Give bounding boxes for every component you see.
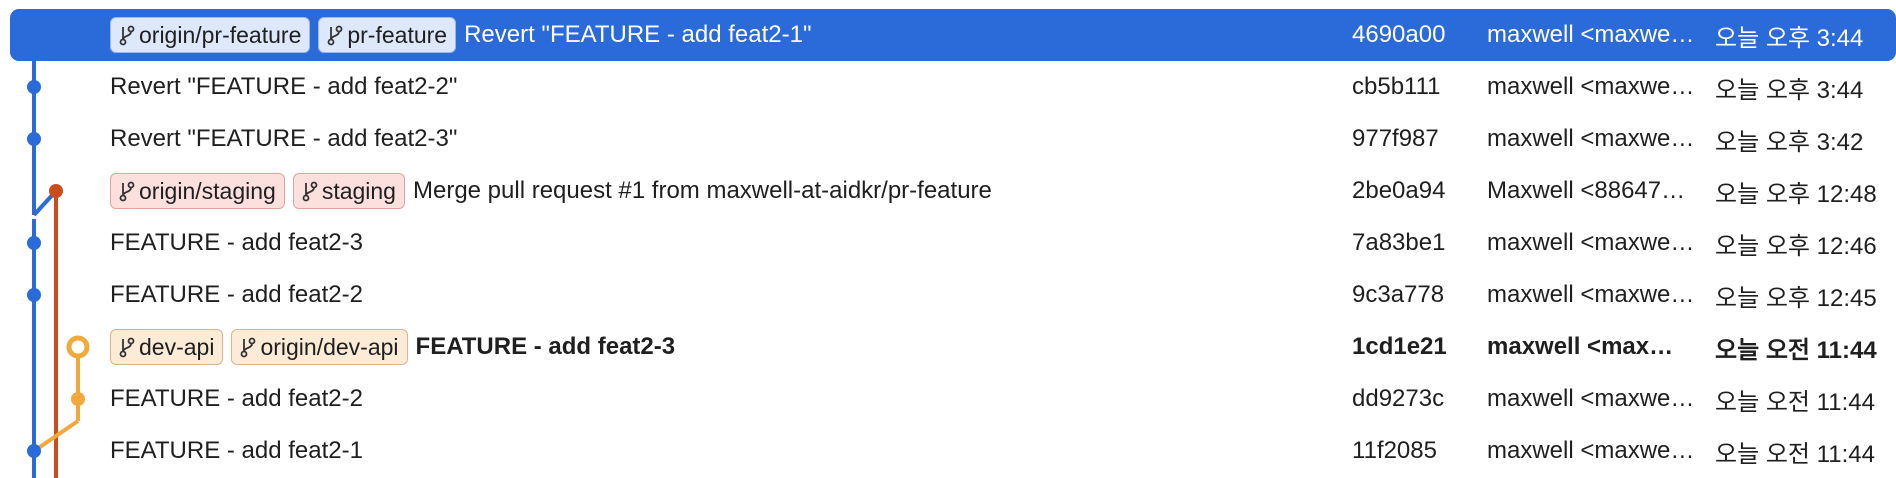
- commit-row[interactable]: Revert "FEATURE - add feat2-3" 977f987 max…: [0, 113, 1896, 165]
- commit-row[interactable]: FEATURE - add feat2-1 11f2085 maxwell <max…: [0, 425, 1896, 477]
- commit-row[interactable]: origin/staging staging Merge pull request …: [0, 165, 1896, 217]
- commit-row[interactable]: dev-api origin/dev-api FEATURE - add feat2…: [0, 321, 1896, 373]
- commit-hash: 4690a00: [1352, 21, 1446, 48]
- branch-tag[interactable]: pr-feature: [318, 17, 457, 53]
- commit-row[interactable]: origin/pr-feature pr-feature Revert "FEATU…: [10, 9, 1896, 61]
- commit-message-cell: origin/pr-feature pr-feature Revert "FEATU…: [110, 9, 1325, 61]
- commit-date: 오늘 오전 11:44: [1715, 440, 1875, 468]
- branch-icon: [240, 336, 256, 358]
- commit-row[interactable]: FEATURE - add feat2-3 7a83be1 maxwell <max…: [0, 217, 1896, 269]
- commit-author: maxwell <maxwe…: [1487, 73, 1695, 100]
- commit-message-cell: dev-api origin/dev-api FEATURE - add feat2…: [110, 321, 1325, 373]
- branch-tag[interactable]: origin/staging: [110, 173, 285, 209]
- commit-hash: 2be0a94: [1352, 177, 1446, 204]
- commit-date: 오늘 오후 3:44: [1715, 76, 1864, 104]
- branch-tag-label: origin/pr-feature: [139, 21, 302, 48]
- commit-date: 오늘 오전 11:44: [1715, 336, 1877, 364]
- commit-author: maxwell <maxwe…: [1487, 229, 1695, 256]
- branch-icon: [327, 24, 343, 46]
- commit-message: Revert "FEATURE - add feat2-1": [464, 21, 812, 48]
- branch-icon: [119, 180, 135, 202]
- branch-tag[interactable]: origin/dev-api: [231, 329, 408, 365]
- commit-message: FEATURE - add feat2-1: [110, 437, 363, 464]
- commit-message: FEATURE - add feat2-3: [110, 229, 363, 256]
- branch-icon: [119, 24, 135, 46]
- commit-message-cell: FEATURE - add feat2-3: [110, 217, 1325, 269]
- commit-history-graph: origin/pr-feature pr-feature Revert "FEATU…: [0, 0, 1896, 478]
- commit-message-cell: Revert "FEATURE - add feat2-3": [110, 113, 1325, 165]
- commit-date: 오늘 오후 3:44: [1715, 24, 1864, 52]
- commit-message: Revert "FEATURE - add feat2-3": [110, 125, 458, 152]
- commit-date: 오늘 오후 3:42: [1715, 128, 1864, 156]
- commit-message: FEATURE - add feat2-2: [110, 385, 363, 412]
- branch-tag-label: origin/dev-api: [260, 333, 399, 360]
- commit-message-cell: FEATURE - add feat2-2: [110, 269, 1325, 321]
- commit-date: 오늘 오후 12:46: [1715, 232, 1877, 260]
- commit-message-cell: FEATURE - add feat2-1: [110, 425, 1325, 477]
- commit-hash: cb5b111: [1352, 73, 1441, 100]
- commit-author: maxwell <maxwe…: [1487, 21, 1695, 48]
- commit-author: maxwell <maxwe…: [1487, 281, 1695, 308]
- commit-hash: 11f2085: [1352, 437, 1437, 464]
- commit-row[interactable]: FEATURE - add feat2-2 9c3a778 maxwell <max…: [0, 269, 1896, 321]
- commit-hash: 977f987: [1352, 125, 1439, 152]
- branch-tag[interactable]: dev-api: [110, 329, 224, 365]
- commit-message-cell: origin/staging staging Merge pull request …: [110, 165, 1325, 217]
- commit-row[interactable]: Revert "FEATURE - add feat2-2" cb5b111 max…: [0, 61, 1896, 113]
- commit-message-cell: Revert "FEATURE - add feat2-2": [110, 61, 1325, 113]
- branch-tag-label: origin/staging: [139, 177, 276, 204]
- commit-message: FEATURE - add feat2-2: [110, 281, 363, 308]
- branch-tag-label: dev-api: [139, 333, 215, 360]
- commit-author: maxwell <maxwe…: [1487, 125, 1695, 152]
- commit-author: Maxwell <88647…: [1487, 177, 1686, 204]
- commit-date: 오늘 오전 11:44: [1715, 388, 1875, 416]
- commit-hash: 1cd1e21: [1352, 333, 1447, 360]
- commit-message-cell: FEATURE - add feat2-2: [110, 373, 1325, 425]
- commit-hash: 7a83be1: [1352, 229, 1446, 256]
- branch-icon: [302, 180, 318, 202]
- commit-hash: 9c3a778: [1352, 281, 1445, 308]
- commit-message: Revert "FEATURE - add feat2-2": [110, 73, 458, 100]
- commit-message: FEATURE - add feat2-3: [415, 333, 676, 360]
- commit-row[interactable]: FEATURE - add feat2-2 dd9273c maxwell <max…: [0, 373, 1896, 425]
- branch-tag[interactable]: origin/pr-feature: [110, 17, 311, 53]
- branch-tag-label: staging: [321, 177, 396, 204]
- commit-message: Merge pull request #1 from maxwell-at-ai…: [412, 177, 992, 204]
- branch-tag-label: pr-feature: [347, 21, 448, 48]
- commit-author: maxwell <maxwe…: [1487, 385, 1695, 412]
- commit-author: maxwell <maxwe…: [1487, 437, 1695, 464]
- commit-date: 오늘 오후 12:45: [1715, 284, 1877, 312]
- branch-icon: [119, 336, 135, 358]
- branch-tag[interactable]: staging: [292, 173, 405, 209]
- commit-hash: dd9273c: [1352, 385, 1445, 412]
- commit-date: 오늘 오후 12:48: [1715, 180, 1877, 208]
- commit-author: maxwell <max…: [1487, 333, 1674, 360]
